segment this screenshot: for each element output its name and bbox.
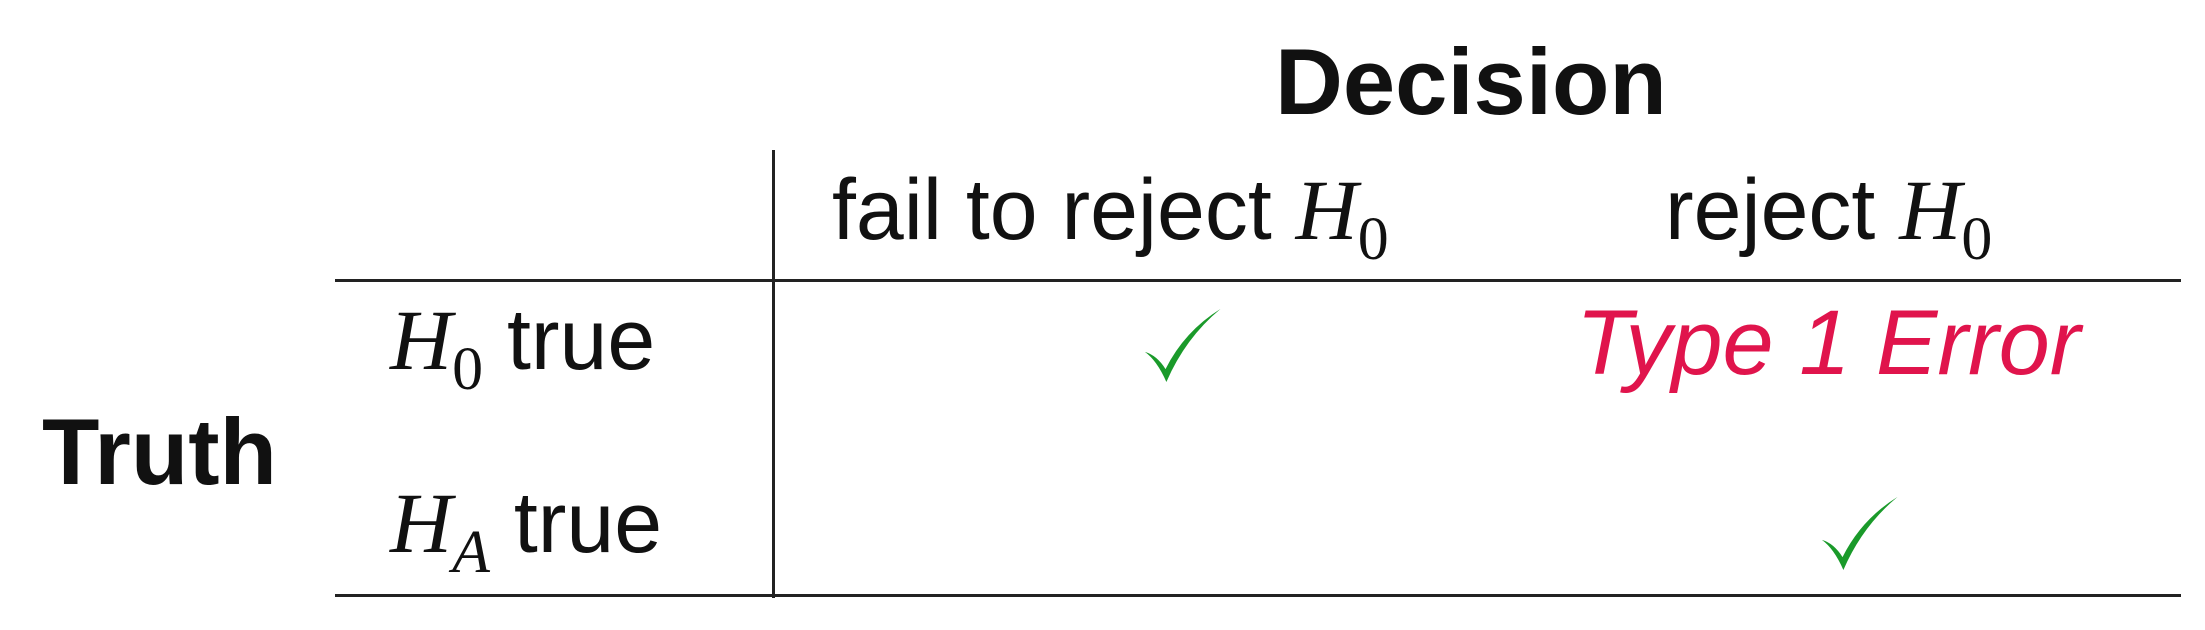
- subscript-zero: 0: [1961, 204, 1993, 273]
- check-mark-icon: [1144, 308, 1221, 382]
- truth-header: Truth: [42, 399, 277, 504]
- subscript-zero: 0: [1357, 204, 1389, 273]
- h-alt-symbol: HA: [390, 475, 490, 583]
- h-symbol: H: [1899, 162, 1962, 258]
- row-label-text: true: [483, 292, 656, 388]
- subscript-a: A: [452, 517, 490, 586]
- h-null-symbol: H0: [1295, 162, 1389, 270]
- h-null-symbol: H0: [1899, 162, 1992, 270]
- row-label-h0-true: H0 true: [390, 290, 656, 400]
- h-symbol: H: [390, 475, 453, 571]
- check-mark-stroke: [1144, 308, 1221, 382]
- type-1-error-label: Type 1 Error: [1576, 292, 2081, 394]
- column-header-fail-to-reject: fail to reject H0: [832, 160, 1389, 270]
- h-symbol: H: [1295, 162, 1358, 258]
- h-symbol: H: [390, 292, 453, 388]
- header-divider: [335, 279, 2181, 282]
- row-label-text: true: [489, 475, 663, 571]
- h-null-symbol: H0: [390, 292, 483, 400]
- check-mark-stroke: [1821, 496, 1898, 570]
- decision-header: Decision: [1275, 29, 1667, 134]
- subscript-zero: 0: [452, 334, 484, 403]
- check-mark-icon: [1821, 496, 1898, 570]
- column-header-text: reject: [1665, 162, 1900, 258]
- column-header-text: fail to reject: [832, 162, 1296, 258]
- row-label-ha-true: HA true: [390, 473, 663, 583]
- column-header-reject: reject H0: [1665, 160, 1992, 270]
- bottom-divider: [335, 594, 2181, 597]
- vertical-divider: [772, 150, 775, 598]
